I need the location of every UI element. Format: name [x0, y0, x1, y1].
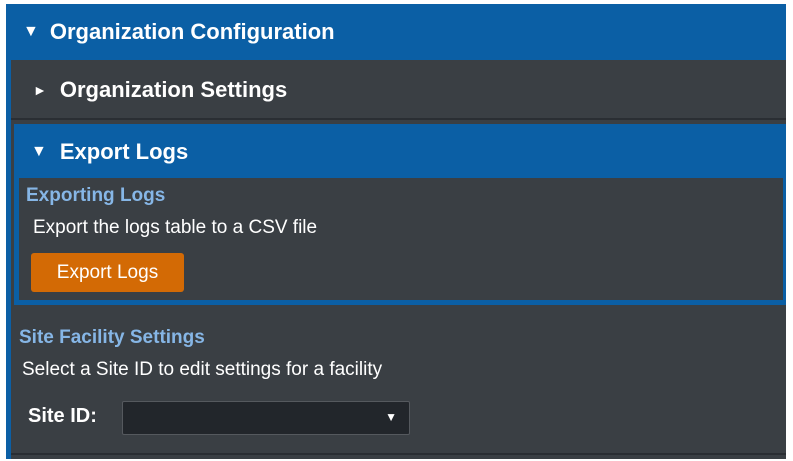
organization-configuration-header[interactable]: ▼ Organization Configuration: [6, 4, 786, 60]
site-id-select[interactable]: ▼: [122, 401, 410, 435]
export-logs-button[interactable]: Export Logs: [31, 253, 184, 292]
exporting-logs-description: Export the logs table to a CSV file: [33, 217, 318, 238]
site-id-label: Site ID:: [28, 405, 97, 427]
organization-settings-title: Organization Settings: [59, 77, 288, 102]
export-logs-title: Export Logs: [59, 139, 189, 164]
expand-triangle-icon: ►: [33, 82, 47, 98]
collapse-triangle-icon: ▼: [31, 143, 47, 160]
dropdown-caret-icon: ▼: [385, 410, 397, 424]
site-facility-description: Select a Site ID to edit settings for a …: [22, 359, 383, 380]
collapse-triangle-icon: ▼: [23, 23, 39, 40]
export-logs-section-header[interactable]: ▼ Export Logs: [14, 126, 786, 178]
organization-settings-section-header[interactable]: ► Organization Settings: [11, 62, 786, 120]
site-facility-settings-title: Site Facility Settings: [19, 327, 205, 348]
organization-configuration-title: Organization Configuration: [49, 19, 335, 44]
divider: [11, 453, 786, 455]
exporting-logs-subtitle: Exporting Logs: [26, 185, 166, 206]
